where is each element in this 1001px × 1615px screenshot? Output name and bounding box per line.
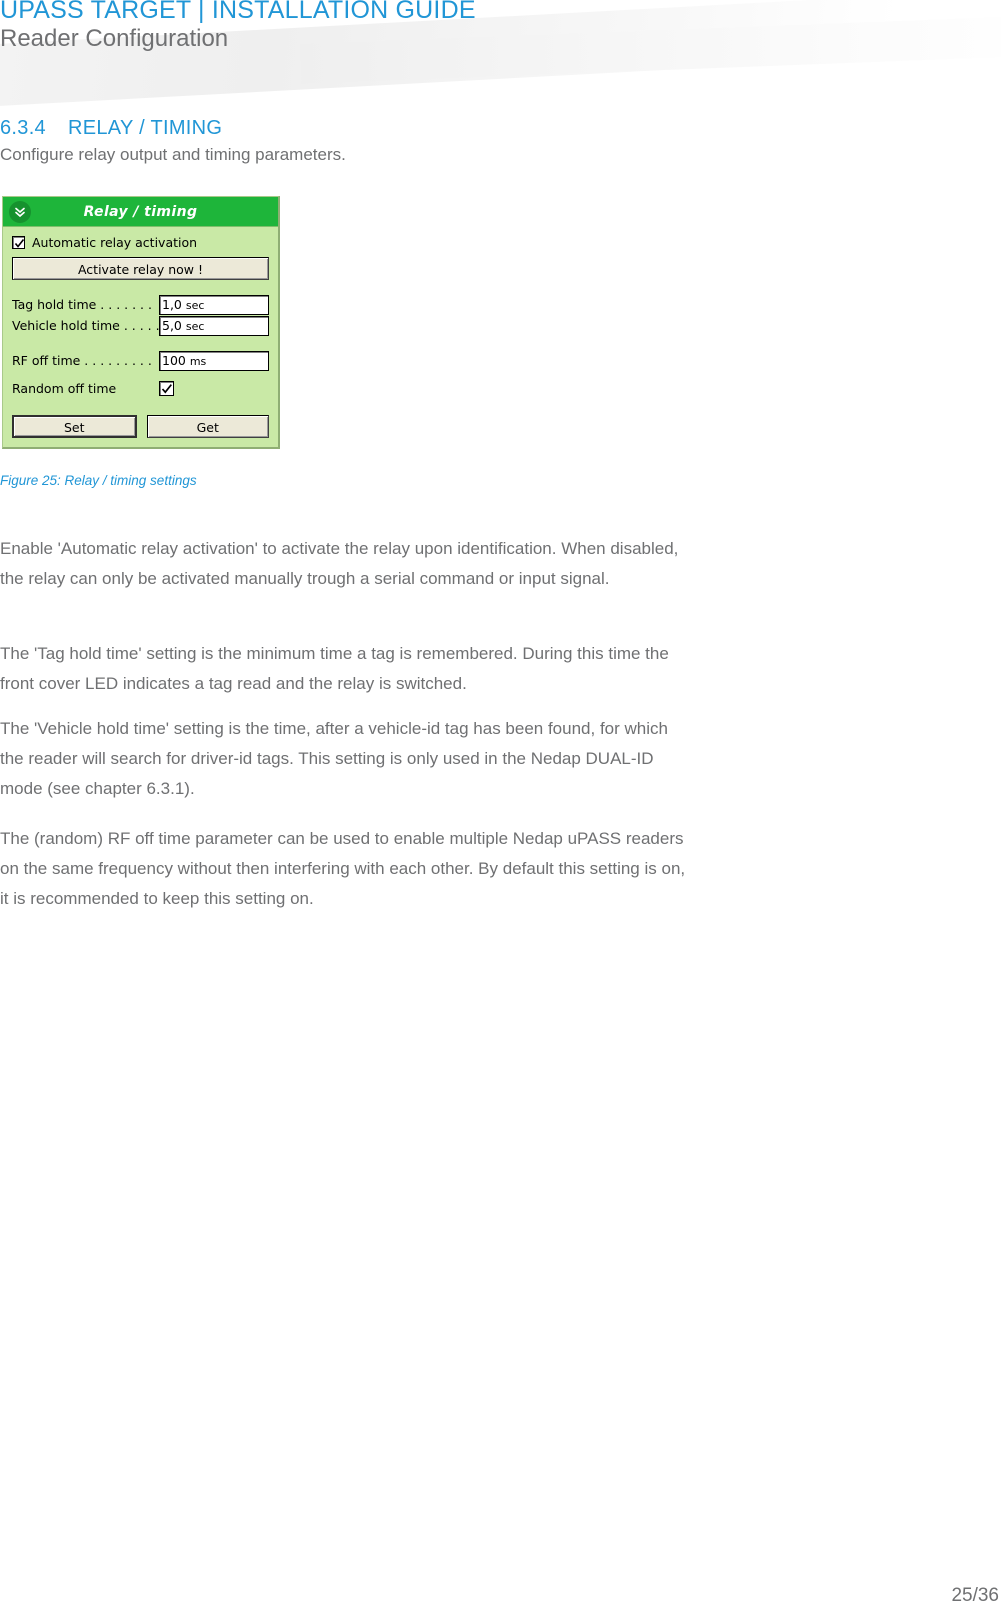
rf-off-time-row: RF off time . . . . . . . . . 100 ms	[12, 350, 269, 371]
vehicle-hold-time-unit: sec	[185, 319, 205, 333]
page-number: 25/36	[951, 1585, 999, 1606]
section-number: 6.3.4	[0, 117, 46, 139]
relay-panel-button-row: Set Get	[12, 415, 269, 438]
random-off-time-label: Random off time	[12, 381, 117, 396]
relay-timing-panel: Relay / timing Automatic relay activatio…	[2, 196, 280, 449]
section-heading: 6.3.4 RELAY / TIMING	[0, 117, 222, 140]
figure-caption: Figure 25: Relay / timing settings	[0, 473, 197, 488]
automatic-relay-activation-row[interactable]: Automatic relay activation	[12, 235, 269, 250]
rf-off-time-value: 100	[162, 352, 186, 368]
relay-panel-titlebar[interactable]: Relay / timing	[3, 197, 278, 227]
tag-hold-time-value: 1,0	[162, 296, 182, 312]
tag-hold-time-input[interactable]: 1,0 sec	[159, 294, 269, 315]
random-off-time-row[interactable]: Random off time	[12, 378, 269, 399]
body-paragraph-3: The 'Vehicle hold time' setting is the t…	[0, 719, 668, 798]
vehicle-hold-time-row: Vehicle hold time . . . . . 5,0 sec	[12, 315, 269, 336]
hold-time-field-group: Tag hold time . . . . . . . 1,0 sec Vehi…	[12, 294, 269, 336]
vehicle-hold-time-label: Vehicle hold time . . . . .	[12, 318, 159, 333]
vehicle-hold-time-input[interactable]: 5,0 sec	[159, 315, 269, 336]
random-off-time-checkbox[interactable]	[159, 381, 174, 396]
set-button[interactable]: Set	[12, 415, 137, 438]
rf-off-time-unit: ms	[189, 354, 207, 368]
body-paragraph-4: The (random) RF off time parameter can b…	[0, 829, 686, 908]
tag-hold-time-unit: sec	[185, 298, 205, 312]
document-title: UPASS TARGET | INSTALLATION GUIDE	[0, 0, 476, 24]
body-paragraph-2: The 'Tag hold time' setting is the minim…	[0, 644, 669, 693]
body-paragraph-1: Enable 'Automatic relay activation' to a…	[0, 539, 679, 588]
relay-panel-title: Relay / timing	[83, 203, 198, 220]
rf-off-time-input[interactable]: 100 ms	[159, 350, 269, 371]
document-subtitle: Reader Configuration	[0, 25, 229, 52]
automatic-relay-activation-label: Automatic relay activation	[32, 235, 198, 250]
automatic-relay-activation-checkbox[interactable]	[12, 236, 25, 249]
get-button[interactable]: Get	[146, 415, 269, 438]
activate-relay-now-button[interactable]: Activate relay now !	[12, 257, 269, 280]
relay-panel-body: Automatic relay activation Activate rela…	[3, 227, 278, 447]
tag-hold-time-label: Tag hold time . . . . . . .	[12, 297, 152, 312]
page-header: UPASS TARGET | INSTALLATION GUIDE Reader…	[0, 0, 1001, 110]
section-title: RELAY / TIMING	[68, 117, 223, 139]
vehicle-hold-time-value: 5,0	[162, 317, 182, 333]
tag-hold-time-row: Tag hold time . . . . . . . 1,0 sec	[12, 294, 269, 315]
rf-off-time-label: RF off time . . . . . . . . .	[12, 353, 152, 368]
double-chevron-down-icon[interactable]	[9, 201, 31, 223]
section-intro-text: Configure relay output and timing parame…	[0, 145, 346, 164]
